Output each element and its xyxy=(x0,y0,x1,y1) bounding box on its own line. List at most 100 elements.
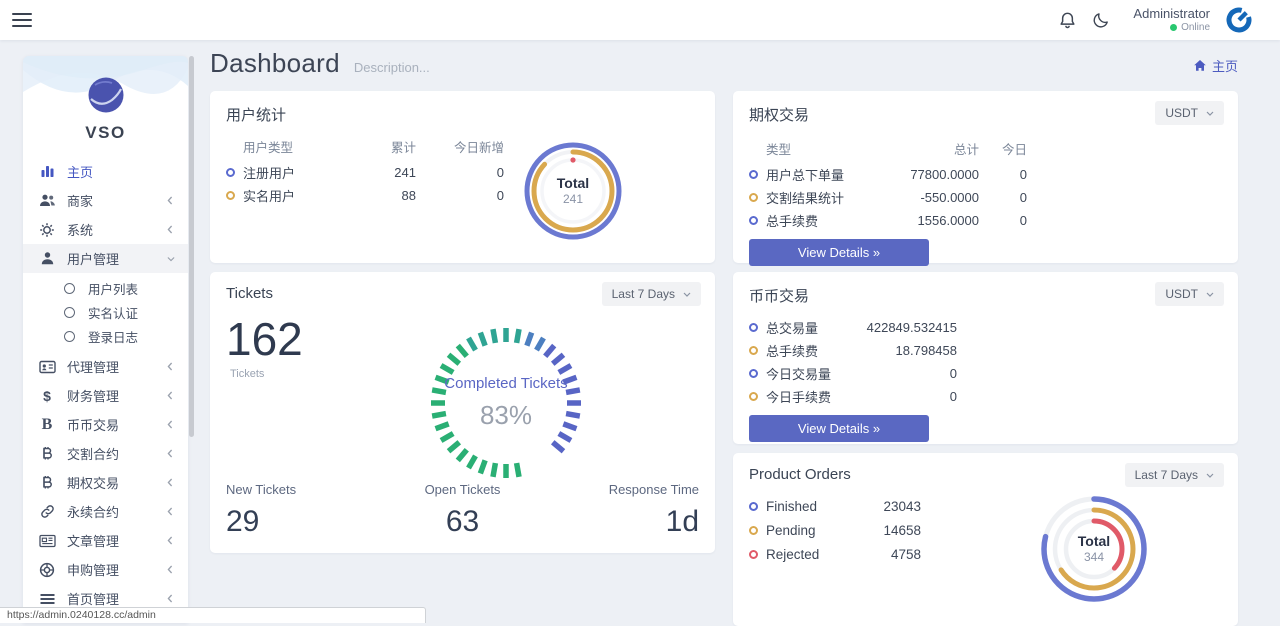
chevron-down-icon xyxy=(1206,111,1214,116)
home-icon xyxy=(1193,59,1207,72)
user-management-submenu: 用户列表 实名认证 登录日志 xyxy=(23,273,188,352)
sidebar-subitem-kyc[interactable]: 实名认证 xyxy=(23,300,188,324)
sidebar-item-user-management[interactable]: 用户管理 xyxy=(23,244,188,273)
table-row-label: 总交易量 xyxy=(749,320,861,334)
sidebar-item-finance-management[interactable]: $ 财务管理 xyxy=(23,381,188,410)
link-icon xyxy=(38,503,56,521)
chevron-left-icon xyxy=(167,565,175,574)
sidebar-item-system[interactable]: 系统 xyxy=(23,215,188,244)
table-row-label: 实名用户 xyxy=(226,188,344,202)
table-row-label: 用户总下单量 xyxy=(749,167,884,181)
chevron-left-icon xyxy=(167,594,175,603)
tickets-stats-row: New Tickets 29 Open Tickets 63 Response … xyxy=(226,482,699,539)
chevron-left-icon xyxy=(167,391,175,400)
page-title: Dashboard xyxy=(210,48,340,79)
table-row-label: Pending xyxy=(749,523,849,537)
series-marker xyxy=(749,550,758,559)
table-row-label: 总手续费 xyxy=(749,213,884,227)
user-stats-table: 用户类型 累计 今日新增 注册用户 241 0 实名用户 88 0 xyxy=(226,137,699,202)
sidebar-scrollbar[interactable] xyxy=(189,56,194,437)
series-marker xyxy=(749,392,758,401)
gear-icon xyxy=(38,221,56,239)
date-range-select[interactable]: Last 7 Days xyxy=(602,282,701,306)
life-ring-icon xyxy=(38,561,56,579)
chevron-down-icon xyxy=(167,254,175,263)
options-table: 类型 总计 今日 用户总下单量 77800.0000 0 交割结果统计 -550… xyxy=(749,139,1222,227)
sidebar-item-home[interactable]: 主页 xyxy=(23,157,188,186)
sidebar-item-merchants[interactable]: 商家 xyxy=(23,186,188,215)
table-row-label: 交割结果统计 xyxy=(749,190,884,204)
avatar[interactable] xyxy=(1224,5,1254,35)
currency-select[interactable]: USDT xyxy=(1155,282,1224,306)
table-row-label: 总手续费 xyxy=(749,343,861,357)
series-marker xyxy=(749,193,758,202)
circle-icon xyxy=(64,307,75,318)
response-time-stat: Response Time 1d xyxy=(541,482,699,539)
chevron-left-icon xyxy=(167,420,175,429)
series-marker xyxy=(749,346,758,355)
newspaper-icon xyxy=(38,532,56,550)
logo-text: VSO xyxy=(23,123,188,143)
coin-trading-rows: 总交易量 422849.532415 总手续费 18.798458 今日交易量 … xyxy=(749,320,1222,403)
sidebar: VSO 主页 商家 系统 用户管理 xyxy=(23,56,188,623)
open-tickets-stat: Open Tickets 63 xyxy=(384,482,542,539)
sidebar-item-options-trading[interactable]: 期权交易 xyxy=(23,468,188,497)
letter-b-icon: B xyxy=(38,416,56,434)
main-content: Dashboard Description... 主页 用户统计 用户类型 累计… xyxy=(210,48,1238,626)
card-title: 用户统计 xyxy=(226,104,699,125)
new-tickets-stat: New Tickets 29 xyxy=(226,482,384,539)
currency-select[interactable]: USDT xyxy=(1155,101,1224,125)
username-label: Administrator xyxy=(1133,7,1210,22)
dollar-icon: $ xyxy=(38,387,56,405)
bar-chart-icon xyxy=(38,163,56,181)
series-marker xyxy=(749,526,758,535)
notifications-bell-icon[interactable] xyxy=(1057,10,1077,30)
sidebar-subitem-login-logs[interactable]: 登录日志 xyxy=(23,324,188,348)
series-marker xyxy=(226,191,235,200)
product-orders-donut-chart: Total 344 xyxy=(1034,489,1154,609)
series-marker xyxy=(749,369,758,378)
bitcoin-icon xyxy=(38,474,56,492)
dark-mode-moon-icon[interactable] xyxy=(1091,10,1111,30)
chevron-left-icon xyxy=(167,536,175,545)
user-stats-card: 用户统计 用户类型 累计 今日新增 注册用户 241 0 实名用户 88 0 xyxy=(210,91,715,263)
breadcrumb[interactable]: 主页 xyxy=(1193,52,1238,75)
menu-toggle-button[interactable] xyxy=(12,13,32,27)
series-marker xyxy=(226,168,235,177)
sidebar-subitem-user-list[interactable]: 用户列表 xyxy=(23,276,188,300)
user-icon xyxy=(38,250,56,268)
view-details-button[interactable]: View Details » xyxy=(749,415,929,442)
series-marker xyxy=(749,216,758,225)
circle-icon xyxy=(64,283,75,294)
online-status-label: Online xyxy=(1181,22,1210,34)
chevron-left-icon xyxy=(167,196,175,205)
chevron-down-icon xyxy=(1206,292,1214,297)
logo[interactable]: VSO xyxy=(23,56,188,143)
chevron-left-icon xyxy=(167,362,175,371)
sidebar-item-delivery-contracts[interactable]: 交割合约 xyxy=(23,439,188,468)
table-row-label: Rejected xyxy=(749,547,849,561)
sidebar-item-article-management[interactable]: 文章管理 xyxy=(23,526,188,555)
series-marker xyxy=(749,502,758,511)
date-range-select[interactable]: Last 7 Days xyxy=(1125,463,1224,487)
table-row-label: 今日手续费 xyxy=(749,389,861,403)
sidebar-item-subscription-management[interactable]: 申购管理 xyxy=(23,555,188,584)
tickets-card: Tickets Last 7 Days 162 Tickets Complete… xyxy=(210,272,715,553)
view-details-button[interactable]: View Details » xyxy=(749,239,929,266)
series-marker xyxy=(749,323,758,332)
chevron-left-icon xyxy=(167,507,175,516)
table-row-label: 今日交易量 xyxy=(749,366,861,380)
page-subtitle: Description... xyxy=(354,52,430,75)
sidebar-item-perpetual-contracts[interactable]: 永续合约 xyxy=(23,497,188,526)
sidebar-item-agent-management[interactable]: 代理管理 xyxy=(23,352,188,381)
chevron-left-icon xyxy=(167,449,175,458)
table-row-label: Finished xyxy=(749,499,849,513)
sidebar-item-coin-trading[interactable]: B 币币交易 xyxy=(23,410,188,439)
table-row-label: 注册用户 xyxy=(226,165,344,179)
product-orders-card: Product Orders Last 7 Days Finished 2304… xyxy=(733,453,1238,626)
bitcoin-icon xyxy=(38,445,56,463)
list-icon xyxy=(38,590,56,608)
coin-trading-card: 币币交易 USDT 总交易量 422849.532415 总手续费 18.798… xyxy=(733,272,1238,444)
user-menu[interactable]: Administrator Online xyxy=(1133,7,1210,33)
online-status-dot xyxy=(1170,24,1177,31)
